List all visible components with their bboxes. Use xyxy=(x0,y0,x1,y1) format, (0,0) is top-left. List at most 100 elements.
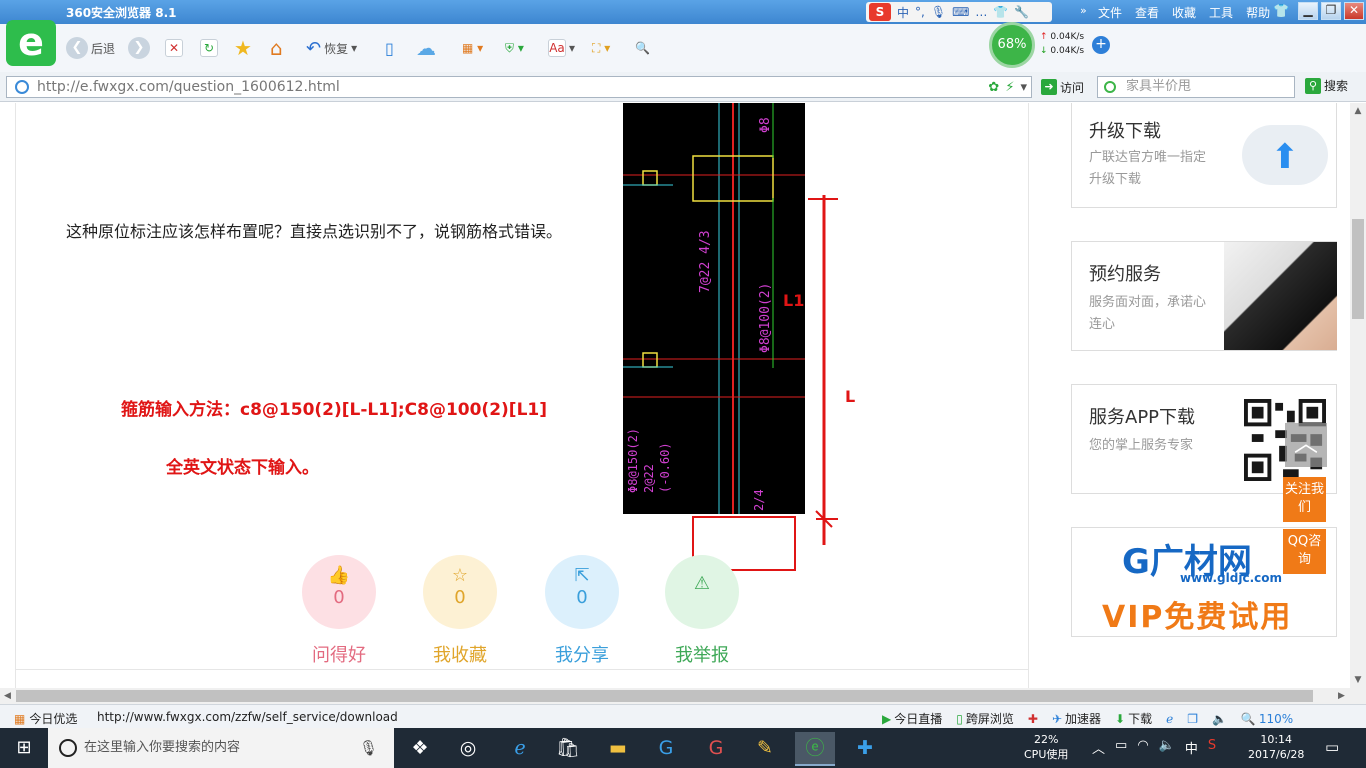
vertical-scrollbar[interactable]: ▲ ▼ xyxy=(1350,103,1366,688)
taskbar-app-store[interactable]: 🛍 xyxy=(548,732,588,766)
wifi-icon[interactable]: ◠ xyxy=(1137,738,1148,757)
vertical-scroll-thumb[interactable] xyxy=(1352,219,1364,319)
cpu-gauge[interactable]: 68% xyxy=(989,22,1035,68)
minimize-button[interactable]: ▁ xyxy=(1298,2,1318,20)
favorite-button[interactable]: ☆ 0 我收藏 xyxy=(423,555,497,667)
volume-button[interactable]: 🔈 xyxy=(1212,712,1227,726)
refresh-button[interactable]: ↻ xyxy=(200,36,218,60)
url-input[interactable]: http://e.fwxgx.com/question_1600612.html… xyxy=(6,76,1032,98)
taskbar-app-browser[interactable]: ◎ xyxy=(448,732,488,766)
favorite-star-icon[interactable]: ★ xyxy=(234,36,252,60)
today-picks-button[interactable]: ▦ 今日优选 xyxy=(14,710,77,727)
search-button[interactable]: ⚲ 搜索 xyxy=(1305,77,1348,94)
share-button[interactable]: ⇱ 0 我分享 xyxy=(545,555,619,667)
search-engine-icon[interactable] xyxy=(1104,81,1116,93)
download-button[interactable]: ⬇ 下载 xyxy=(1115,710,1152,727)
accelerator-button[interactable]: ✈ 加速器 xyxy=(1052,710,1101,727)
lightning-icon[interactable]: ⚡ xyxy=(1005,78,1014,98)
ime-tool-icon[interactable]: 🔧 xyxy=(1014,5,1029,19)
restore-button[interactable]: ↶ 恢复 ▾ xyxy=(306,36,357,60)
taskbar-app-edge[interactable]: ℯ xyxy=(500,732,540,766)
microphone-icon[interactable]: 🎙 xyxy=(359,728,378,768)
horizontal-scrollbar[interactable]: ◀ ▶ xyxy=(0,688,1366,704)
menu-help[interactable]: 帮助 xyxy=(1246,4,1270,21)
search-input[interactable]: 家具半价甩 xyxy=(1097,76,1295,98)
window-mode-button[interactable]: ❐ xyxy=(1187,712,1198,726)
forward-button[interactable]: ❯ xyxy=(128,36,150,60)
skin-icon[interactable]: 👕 xyxy=(1273,4,1289,19)
cpu-usage-indicator[interactable]: 22% CPU使用 xyxy=(1024,732,1068,762)
ime-toolbar[interactable]: S 中 °, 🎙 ⌨ … 👕 🔧 xyxy=(866,2,1052,22)
zoom-search-icon[interactable]: 🔍 xyxy=(635,36,650,60)
sogou-ime-icon[interactable]: S xyxy=(869,3,891,21)
home-icon[interactable]: ⌂ xyxy=(270,36,283,60)
scroll-up-icon[interactable]: ▲ xyxy=(1350,103,1366,119)
cross-screen-button[interactable]: ▯ 跨屏浏览 xyxy=(956,710,1014,727)
ime-more-icon[interactable]: … xyxy=(975,5,987,19)
translate-icon[interactable]: Aa ▾ xyxy=(548,36,575,60)
taskbar-app-glodon2[interactable]: G xyxy=(696,732,736,766)
ie-icon: ℯ xyxy=(1166,711,1174,726)
taskbar-app-notes[interactable]: ✎ xyxy=(745,732,785,766)
horizontal-scroll-thumb[interactable] xyxy=(16,690,1313,702)
back-button[interactable]: ❮ 后退 xyxy=(66,36,115,60)
menu-expand-icon[interactable]: » xyxy=(1080,4,1087,17)
cortana-search-box[interactable]: 在这里输入你要搜索的内容 🎙 xyxy=(48,728,394,768)
zoom-icon: 🔍 xyxy=(1240,711,1256,726)
back-label: 后退 xyxy=(91,41,116,56)
menu-view[interactable]: 查看 xyxy=(1135,4,1159,21)
card-desc: 您的掌上服务专家 xyxy=(1089,438,1194,453)
cloud-icon[interactable]: ☁ xyxy=(416,36,436,60)
go-button[interactable]: ➜ 访问 xyxy=(1041,77,1084,97)
start-button[interactable]: ⊞ xyxy=(0,728,48,768)
scroll-down-icon[interactable]: ▼ xyxy=(1350,672,1366,688)
menu-tools[interactable]: 工具 xyxy=(1209,4,1233,21)
zoom-button[interactable]: 🔍 110% xyxy=(1241,712,1293,726)
360-browser-logo-icon[interactable]: e xyxy=(6,20,56,66)
card-desc: 服务面对面，承诺心连心 xyxy=(1089,295,1207,332)
taskbar-app-plus[interactable]: ✚ xyxy=(845,732,885,766)
tray-expand-icon[interactable]: ︿ xyxy=(1092,738,1105,757)
upgrade-download-card[interactable]: 升级下载 广联达官方唯一指定升级下载 ⬆ xyxy=(1071,103,1337,208)
taskbar-app-glodon[interactable]: G xyxy=(646,732,686,766)
mobile-icon[interactable]: ▯ xyxy=(385,36,394,60)
stop-button[interactable]: ✕ xyxy=(165,36,183,60)
scroll-right-icon[interactable]: ▶ xyxy=(1338,688,1345,704)
scroll-left-icon[interactable]: ◀ xyxy=(4,688,11,704)
medkit-button[interactable]: ✚ xyxy=(1028,712,1038,726)
sogou-tray-icon[interactable]: S xyxy=(1208,738,1216,757)
ime-mode-toggle[interactable]: 中 xyxy=(897,4,909,21)
accelerate-plus-icon[interactable]: + xyxy=(1092,36,1110,54)
taskbar-app-explorer[interactable]: ▬ xyxy=(598,732,638,766)
like-button[interactable]: 👍 0 问得好 xyxy=(302,555,376,667)
url-dropdown-icon[interactable]: ▾ xyxy=(1020,78,1027,98)
appointment-service-card[interactable]: 预约服务 服务面对面，承诺心连心 xyxy=(1071,241,1337,351)
close-button[interactable]: ✕ xyxy=(1344,2,1364,20)
taskbar-app-360browser[interactable]: ⓔ xyxy=(795,732,835,766)
menu-bar: 文件 查看 收藏 工具 帮助 xyxy=(1098,4,1270,21)
ime-punct-toggle[interactable]: °, xyxy=(915,5,925,19)
follow-us-button[interactable]: 关注我们 xyxy=(1283,477,1326,522)
live-button[interactable]: ▶ 今日直播 xyxy=(882,710,942,727)
maximize-button[interactable]: ❐ xyxy=(1321,2,1341,20)
action-center-icon[interactable]: ▭ xyxy=(1325,738,1339,756)
speed-mode-icon[interactable]: ✿ xyxy=(988,78,999,98)
ie-mode-button[interactable]: ℯ xyxy=(1166,712,1173,726)
apps-icon[interactable]: ▦ ▾ xyxy=(462,36,483,60)
clock[interactable]: 10:14 2017/6/28 xyxy=(1248,732,1304,762)
battery-icon[interactable]: ▭ xyxy=(1115,738,1127,757)
ime-indicator[interactable]: 中 xyxy=(1185,738,1198,757)
menu-favorites[interactable]: 收藏 xyxy=(1172,4,1196,21)
volume-icon[interactable]: 🔈 xyxy=(1159,738,1175,757)
favorite-label: 我收藏 xyxy=(433,645,487,666)
shield-icon[interactable]: ⛨ ▾ xyxy=(505,36,524,60)
menu-file[interactable]: 文件 xyxy=(1098,4,1122,21)
qq-consult-button[interactable]: QQ咨询 xyxy=(1283,529,1326,574)
ime-skin-icon[interactable]: 👕 xyxy=(993,5,1008,19)
back-to-top-button[interactable]: ︿ xyxy=(1285,423,1327,467)
taskbar-app-task-view[interactable]: ❖ xyxy=(400,732,440,766)
ime-mic-icon[interactable]: 🎙 xyxy=(931,5,946,19)
report-button[interactable]: ⚠ 我举报 xyxy=(665,555,739,667)
ime-keyboard-icon[interactable]: ⌨ xyxy=(952,5,969,19)
screenshot-icon[interactable]: ⛶ ▾ xyxy=(592,36,610,60)
